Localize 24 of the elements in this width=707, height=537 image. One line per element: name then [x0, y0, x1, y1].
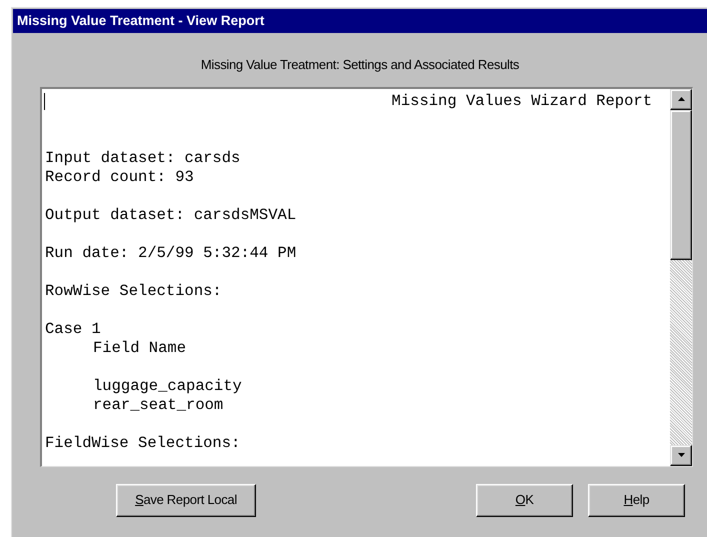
down-arrow-icon [678, 453, 684, 457]
scroll-up-button[interactable] [670, 88, 692, 110]
report-title: Missing Values Wizard Report [390, 92, 653, 110]
scroll-down-button[interactable] [670, 444, 692, 466]
report-line: Case 1 [45, 320, 102, 338]
report-line: rear_seat_room [93, 396, 224, 414]
report-text-area[interactable] [40, 86, 693, 466]
window-title: Missing Value Treatment - View Report [13, 9, 707, 33]
scroll-thumb[interactable] [670, 110, 692, 260]
report-line: RowWise Selections: [45, 282, 223, 300]
report-line: Run date: 2/5/99 5:32:44 PM [45, 244, 298, 262]
text-cursor [44, 92, 45, 110]
report-heading: Missing Value Treatment: Settings and Associated Results [200, 56, 520, 74]
up-arrow-icon [678, 97, 684, 101]
report-line: Output dataset: carsdsMSVAL [45, 206, 298, 224]
report-line: luggage_capacity [93, 376, 243, 396]
report-line: Input dataset: carsds [45, 148, 242, 168]
vertical-scrollbar[interactable] [670, 88, 692, 466]
report-line: Record count: 93 [45, 168, 195, 186]
report-line: Field Name [93, 338, 188, 358]
ok-button[interactable]: OK [476, 484, 573, 516]
help-button[interactable]: Help [588, 484, 685, 516]
report-line: FieldWise Selections: [45, 434, 242, 452]
save-report-button[interactable]: Save Report Local [116, 484, 256, 516]
